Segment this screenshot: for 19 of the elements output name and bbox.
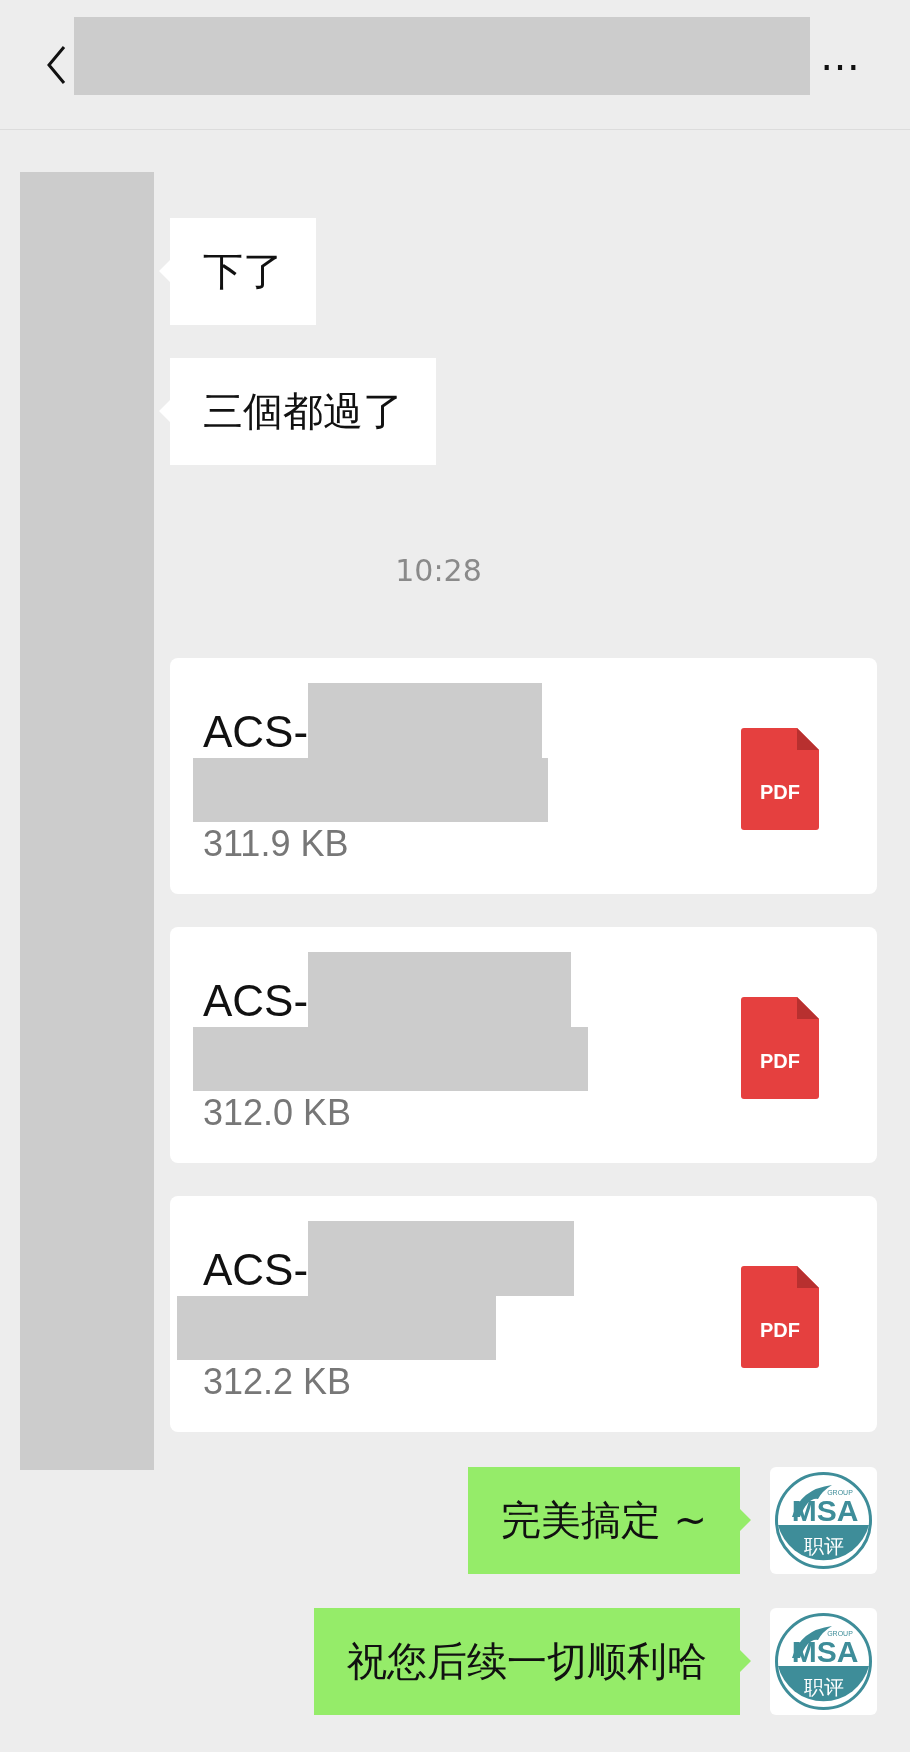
message-bubble: 祝您后续一切顺利哈 — [314, 1608, 751, 1715]
pdf-file-icon: PDF — [741, 1265, 819, 1368]
file-size: 312.0 KB — [203, 1091, 353, 1135]
file-name: ACS- — [203, 975, 309, 1027]
file-card[interactable]: ACS- 311.9 KB PDF — [170, 658, 877, 894]
file-name: ACS- — [203, 706, 309, 758]
file-name: ACS- — [203, 1244, 309, 1296]
timestamp: 10:28 — [395, 552, 482, 590]
message-bubble: 完美搞定 ~ — [467, 1467, 751, 1574]
message-bubble: 下了 — [159, 218, 316, 325]
back-icon[interactable] — [46, 44, 66, 85]
file-size: 311.9 KB — [203, 822, 350, 866]
more-icon[interactable]: … — [820, 32, 862, 79]
message-bubble: 三個都過了 — [159, 358, 436, 465]
file-card[interactable]: ACS- 312.0 KB PDF — [170, 927, 877, 1163]
file-card[interactable]: ACS- 312.2 KB PDF — [170, 1196, 877, 1432]
file-size: 312.2 KB — [203, 1360, 353, 1404]
pdf-file-icon: PDF — [741, 996, 819, 1099]
pdf-file-icon: PDF — [741, 727, 819, 830]
